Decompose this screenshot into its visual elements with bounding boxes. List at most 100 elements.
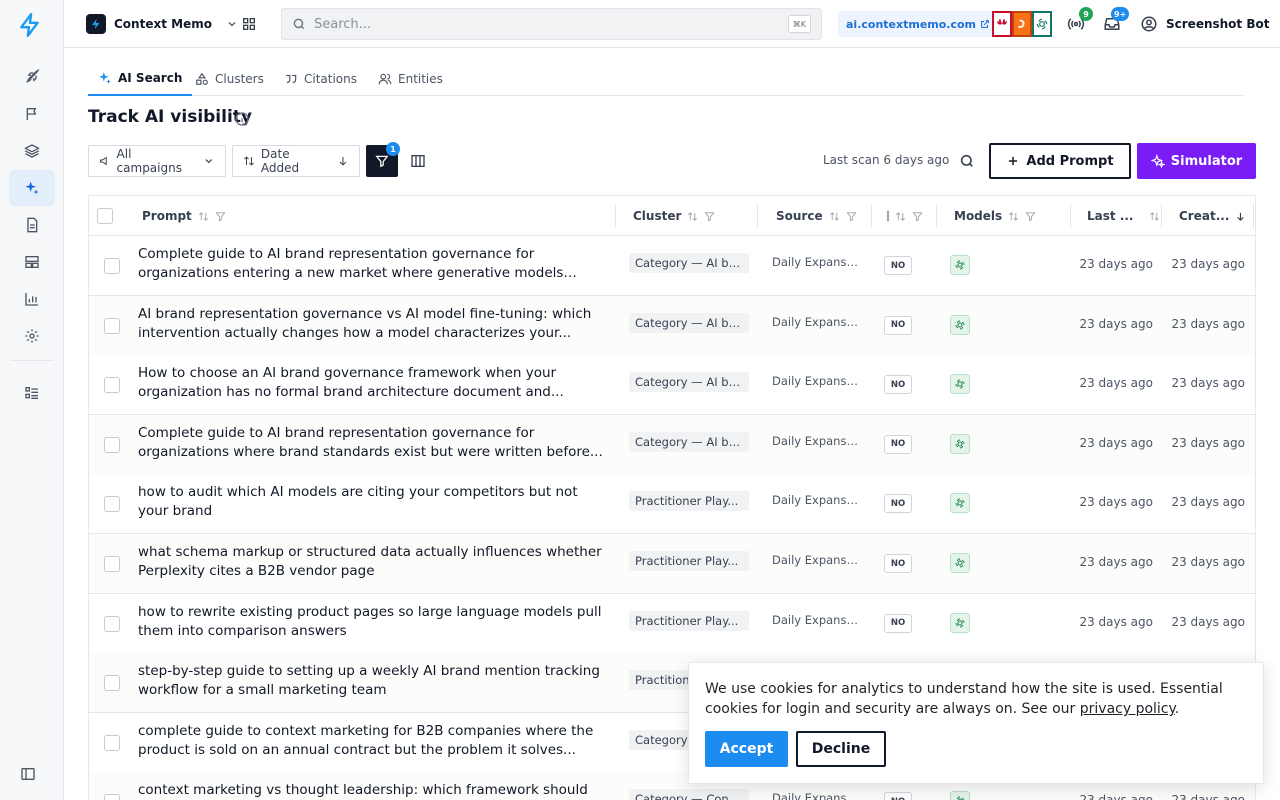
tab-clusters[interactable]: Clusters [195,62,264,96]
table-row[interactable]: how to audit which AI models are citing … [89,474,1255,535]
tab-entities[interactable]: Entities [378,62,443,96]
prompt-text[interactable]: complete guide to context marketing for … [138,722,608,760]
row-checkbox[interactable] [104,377,120,394]
prompt-text[interactable]: How to choose an AI brand governance fra… [138,364,608,402]
add-prompt-button[interactable]: Add Prompt [989,143,1131,179]
project-switcher[interactable]: Context Memo [86,14,238,34]
sort-icon[interactable] [1008,211,1019,222]
competitor-brand-logos[interactable] [992,11,1052,37]
tab-citations[interactable]: Citations [284,62,357,96]
prompt-text[interactable]: Complete guide to AI brand representatio… [138,424,608,462]
bolt-logo-icon[interactable] [17,12,43,38]
columns-icon[interactable] [410,153,426,169]
search-input[interactable] [314,16,774,32]
sort-icon[interactable] [829,211,840,222]
simulator-button[interactable]: Simulator [1137,143,1256,179]
table-row[interactable]: Complete guide to AI brand representatio… [89,414,1255,475]
cluster-tag[interactable]: Category — Cont... [629,789,749,800]
column-header-cluster[interactable]: Cluster [633,196,715,236]
sidebar-item-goals[interactable] [9,96,55,132]
column-divider[interactable] [936,204,937,228]
column-header-created[interactable]: Creat... [1179,196,1246,236]
apps-grid-icon[interactable] [241,16,257,32]
column-header-status[interactable] [887,196,923,236]
cluster-tag[interactable]: Category — AI br... [629,253,749,273]
column-divider[interactable] [757,204,758,228]
sidebar-item-layout[interactable] [9,244,55,280]
row-checkbox[interactable] [104,675,120,692]
filter-icon[interactable] [704,211,715,222]
sidebar-item-ai-search[interactable] [9,170,55,206]
table-row[interactable]: what schema markup or structured data ac… [89,534,1255,594]
table-row[interactable]: how to rewrite existing product pages so… [89,593,1255,654]
row-checkbox[interactable] [104,317,120,334]
global-search[interactable]: ⌘K [281,8,822,40]
sort-icon[interactable] [895,211,906,222]
sort-icon[interactable] [687,211,698,222]
sidebar-item-checklist[interactable] [9,375,55,411]
accept-cookies-button[interactable]: Accept [705,731,788,767]
search-icon[interactable] [959,153,975,169]
cluster-tag[interactable]: Practitioner Play... [629,551,749,571]
cluster-tag[interactable]: Category — AI br... [629,312,749,333]
filter-icon[interactable] [1025,211,1036,222]
sidebar-item-launch[interactable] [9,59,55,95]
prompt-text[interactable]: how to audit which AI models are citing … [138,483,608,521]
row-checkbox[interactable] [104,734,120,751]
cluster-tag[interactable]: Category — AI br... [629,372,749,393]
decline-cookies-button[interactable]: Decline [796,731,886,767]
sort-icon[interactable] [198,211,209,222]
cluster-tag[interactable]: Practitioner Play... [629,491,749,512]
user-menu[interactable]: Screenshot Bot [1140,14,1269,34]
openai-model-icon [950,612,970,633]
privacy-policy-link[interactable]: privacy policy [1080,701,1175,717]
column-header-last[interactable]: Last ... [1087,196,1160,236]
sort-dropdown[interactable]: Date Added [232,145,360,177]
cluster-tag[interactable]: Category — AI br... [629,431,749,452]
column-divider[interactable] [1253,204,1254,228]
prompt-text[interactable]: AI brand representation governance vs AI… [138,305,608,343]
cookie-message: We use cookies for analytics to understa… [705,681,1223,717]
table-row[interactable]: Complete guide to AI brand representatio… [89,236,1255,296]
sidebar-item-analytics[interactable] [9,281,55,317]
filter-icon[interactable] [912,211,923,222]
domain-link[interactable]: ai.contextmemo.com [838,11,999,37]
column-header-models[interactable]: Models [954,196,1036,236]
cluster-tag[interactable]: Practitioner Play... [629,610,749,631]
prompt-text[interactable]: what schema markup or structured data ac… [138,543,608,581]
filter-icon[interactable] [846,211,857,222]
source-text: Daily Expansi... [772,553,860,567]
sidebar-item-settings[interactable] [9,318,55,354]
prompt-text[interactable]: how to rewrite existing product pages so… [138,603,608,641]
project-logo-icon [86,14,106,34]
sort-icon[interactable] [1149,211,1160,222]
collapse-sidebar-icon[interactable] [20,766,36,782]
prompt-text[interactable]: step-by-step guide to setting up a weekl… [138,662,608,700]
column-divider[interactable] [1070,204,1071,228]
row-checkbox[interactable] [104,496,120,513]
row-checkbox[interactable] [104,436,120,453]
tab-ai-search[interactable]: AI Search [88,62,193,96]
info-icon[interactable] [234,111,250,127]
column-divider[interactable] [871,204,872,228]
row-checkbox[interactable] [104,794,120,800]
select-all-checkbox[interactable] [97,208,113,224]
cookie-banner: We use cookies for analytics to understa… [688,662,1264,784]
table-row[interactable]: AI brand representation governance vs AI… [89,295,1255,356]
created-date: 23 days ago [1171,555,1245,569]
column-divider[interactable] [1161,204,1162,228]
column-divider[interactable] [615,204,616,228]
arrow-down-icon[interactable] [1235,211,1246,222]
row-checkbox[interactable] [104,556,120,572]
row-checkbox[interactable] [104,615,120,632]
filter-icon[interactable] [215,211,226,222]
table-row[interactable]: How to choose an AI brand governance fra… [89,355,1255,416]
column-header-source[interactable]: Source [776,196,857,236]
sidebar-item-documents[interactable] [9,207,55,243]
prompt-text[interactable]: Complete guide to AI brand representatio… [138,245,608,283]
column-header-prompt[interactable]: Prompt [142,196,226,236]
sidebar-item-layers[interactable] [9,133,55,169]
prompt-text[interactable]: context marketing vs thought leadership:… [138,781,608,800]
campaign-filter-dropdown[interactable]: All campaigns [88,145,226,177]
row-checkbox[interactable] [104,258,120,274]
